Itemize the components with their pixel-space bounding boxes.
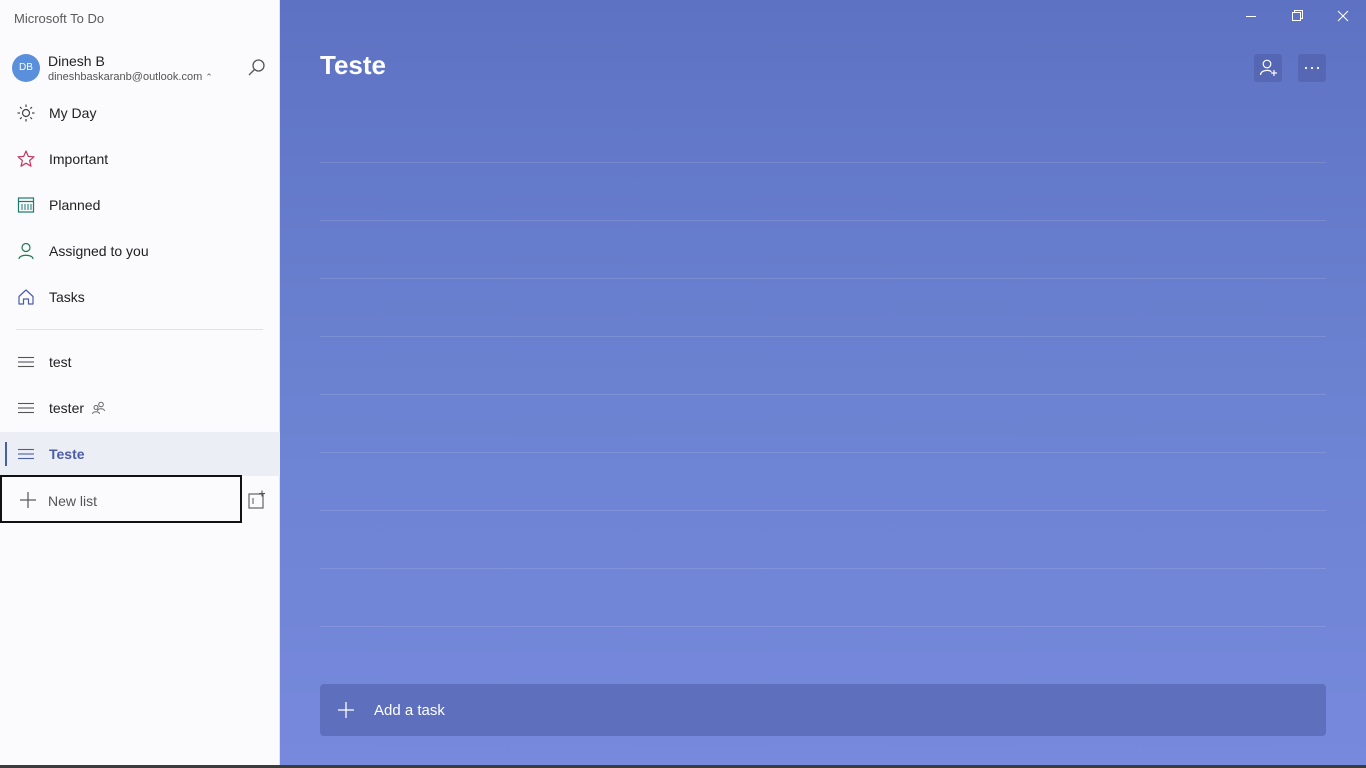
chevron-updown-icon: ⌃ [205,72,213,82]
plus-icon [336,700,356,720]
task-row-divider [320,510,1326,511]
list-item-label: test [49,354,72,370]
calendar-icon [16,195,36,215]
nav-item-label: Assigned to you [49,243,149,259]
avatar: DB [12,54,40,82]
new-list-button[interactable]: New list [0,475,242,523]
shared-people-icon [91,400,107,416]
task-row-divider [320,568,1326,569]
nav-item-label: My Day [49,105,97,121]
list-title: Teste [320,50,386,80]
list-item-tester[interactable]: tester [0,386,280,430]
account-name: Dinesh B [48,53,105,69]
nav-item-label: Planned [49,197,101,213]
search-icon[interactable] [246,57,268,79]
task-row-divider [320,278,1326,279]
plus-icon [19,491,37,509]
list-item-teste[interactable]: Teste [0,432,280,476]
account-email: dineshbaskaranb@outlook.com [48,71,203,83]
nav-item-tasks[interactable]: Tasks [0,275,280,319]
main-panel: Teste Add a task [280,0,1366,768]
nav-item-assigned-to-you[interactable]: Assigned to you [0,229,280,273]
task-row-divider [320,162,1326,163]
nav-item-my-day[interactable]: My Day [0,91,280,135]
add-task-placeholder: Add a task [374,702,445,719]
task-row-divider [320,220,1326,221]
minimize-icon[interactable] [1241,8,1261,24]
more-options-button[interactable] [1298,54,1326,82]
sidebar-divider [16,329,263,330]
account-switcher[interactable]: DB Dinesh B dineshbaskaranb@outlook.com ⌃ [12,53,274,85]
nav-item-important[interactable]: Important [0,137,280,181]
selected-indicator [5,442,7,466]
sidebar: Microsoft To Do DB Dinesh B dineshbaskar… [0,0,280,768]
task-row-divider [320,394,1326,395]
nav-item-label: Important [49,151,109,167]
list-lines-icon [16,352,36,372]
task-row-divider [320,452,1326,453]
add-person-icon [1254,59,1282,86]
list-item-label: Teste [49,446,85,462]
star-icon [16,149,36,169]
list-lines-icon [16,398,36,418]
new-list-label: New list [48,493,98,509]
share-list-button[interactable] [1254,54,1282,82]
person-icon [16,241,36,261]
app-title: Microsoft To Do [14,11,105,26]
list-lines-icon [16,444,36,464]
new-group-icon[interactable] [247,490,267,510]
task-row-divider [320,626,1326,627]
nav-item-planned[interactable]: Planned [0,183,280,227]
list-item-test[interactable]: test [0,340,280,384]
account-email-row: dineshbaskaranb@outlook.com ⌃ [48,71,213,83]
list-item-label: tester [49,400,85,416]
task-row-divider [320,336,1326,337]
add-task-input[interactable]: Add a task [320,684,1326,736]
home-icon [16,287,36,307]
restore-icon[interactable] [1287,8,1307,24]
ellipsis-icon [1298,66,1326,86]
sun-icon [16,103,36,123]
close-icon[interactable] [1333,8,1353,24]
nav-item-label: Tasks [49,289,85,305]
